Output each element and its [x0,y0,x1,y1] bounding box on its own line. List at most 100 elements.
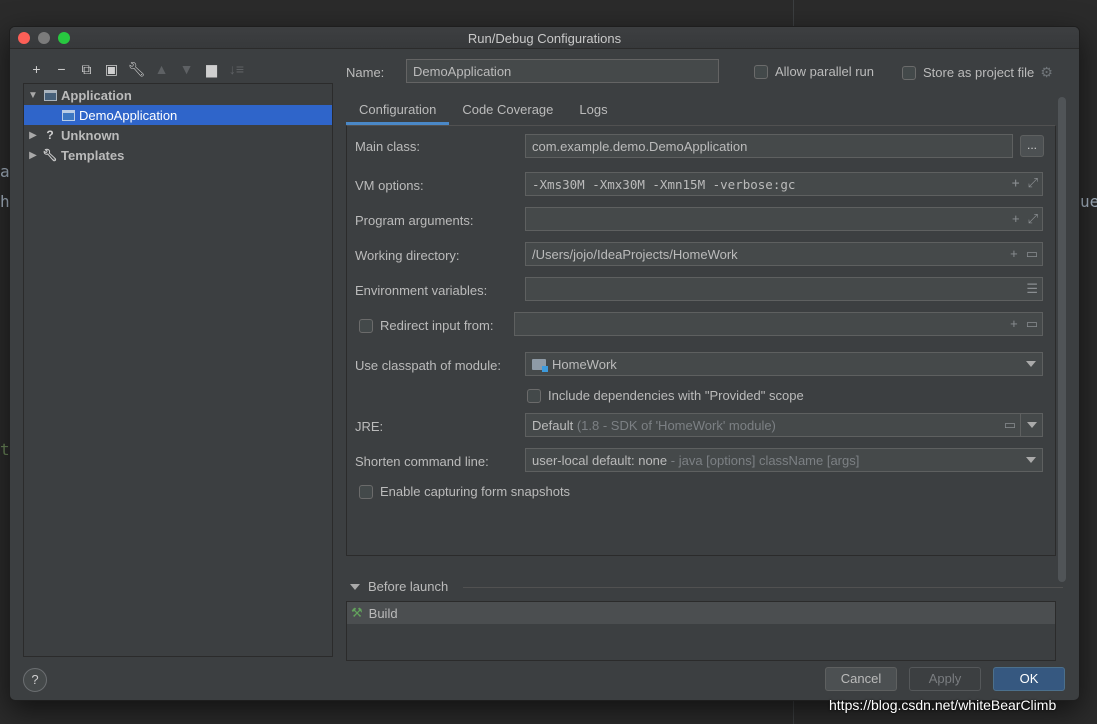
tree-item-unknown[interactable]: ▶ ? Unknown [24,125,332,145]
move-down-icon[interactable]: ▼ [174,59,199,79]
classpath-module-value: HomeWork [552,357,617,372]
checkbox-box[interactable] [359,318,373,333]
plus-icon[interactable]: + [1010,246,1018,262]
main-class-label: Main class: [355,139,421,154]
application-icon [42,88,58,102]
module-folder-icon [532,359,548,372]
tree-item-label: Templates [61,147,125,163]
store-project-checkbox[interactable]: Store as project file ⚙ [902,64,1053,81]
tree-item-label: DemoApplication [79,107,178,123]
collapse-arrow-icon[interactable]: ▶ [26,150,40,161]
shorten-command-line-label: Shorten command line: [355,454,489,469]
form-snapshots-label: Enable capturing form snapshots [380,484,571,499]
shorten-command-line-detail: - java [options] className [args] [670,453,860,468]
tab-logs[interactable]: Logs [566,97,620,125]
folder-icon[interactable]: ▭ [1026,246,1038,262]
plus-icon[interactable]: + [1012,211,1020,227]
config-tree: ▼ Application DemoApplication ▶ ? Unknow… [23,83,333,657]
tree-item-templates[interactable]: ▶ 🔧︎ Templates [24,145,332,165]
config-toolbar: + − ⧉ ▣ 🔧︎ ▲ ▼ ▆ ↓≡ [24,59,249,79]
name-input[interactable]: DemoApplication [406,59,719,83]
before-launch-title: Before launch [368,579,449,594]
sort-icon[interactable]: ↓≡ [224,59,249,79]
move-up-icon[interactable]: ▲ [149,59,174,79]
expand-icon[interactable]: ⤢ [1028,176,1038,191]
jre-label: JRE: [355,419,384,434]
jre-dropdown-button[interactable] [1020,413,1043,437]
list-item[interactable]: ⚒ Build [347,602,1055,624]
chevron-down-icon[interactable] [1027,422,1037,428]
collapse-arrow-icon[interactable]: ▶ [26,130,40,141]
cancel-button[interactable]: Cancel [825,667,897,691]
shorten-command-line-value: user-local default: none [532,453,668,468]
vm-options-input[interactable]: -Xms30M -Xmx30M -Xmn15M -verbose:gc + ⤢ [525,172,1043,196]
environment-variables-input[interactable]: ☰ [525,277,1043,301]
before-launch-header[interactable]: Before launch [346,579,448,594]
tree-item-application[interactable]: ▼ Application [24,85,332,105]
apply-button[interactable]: Apply [909,667,981,691]
working-directory-value: /Users/jojo/IdeaProjects/HomeWork [532,247,738,262]
vertical-scrollbar[interactable] [1058,97,1066,582]
redirect-input-field[interactable]: + ▭ [514,312,1043,336]
window-title: Run/Debug Configurations [467,31,622,46]
ok-button[interactable]: OK [993,667,1065,691]
remove-icon[interactable]: − [49,59,74,79]
tree-item-label: Unknown [61,127,120,143]
plus-icon[interactable]: + [1010,316,1018,332]
folder-icon[interactable]: ▆ [199,59,224,79]
expand-arrow-icon[interactable]: ▼ [26,90,40,101]
add-icon[interactable]: + [24,59,49,79]
main-class-input[interactable]: com.example.demo.DemoApplication [525,134,1013,158]
working-directory-label: Working directory: [355,248,460,263]
tree-item-label: Application [61,87,132,103]
jre-detail: (1.8 - SDK of 'HomeWork' module) [576,418,776,433]
shorten-command-line-select[interactable]: user-local default: none - java [options… [525,448,1043,472]
help-button[interactable]: ? [23,668,47,692]
tab-configuration[interactable]: Configuration [346,97,450,125]
before-launch-list: ⚒ Build [346,601,1056,661]
build-label: Build [368,605,398,621]
redirect-input-checkbox[interactable]: Redirect input from: [359,318,493,333]
jre-select[interactable]: Default (1.8 - SDK of 'HomeWork' module)… [525,413,1021,437]
gear-icon[interactable]: ⚙ [1040,64,1053,81]
title-bar[interactable]: Run/Debug Configurations [10,27,1079,49]
include-dependencies-label: Include dependencies with "Provided" sco… [548,388,804,403]
classpath-module-select[interactable]: HomeWork [525,352,1043,376]
folder-icon[interactable]: ▭ [1004,417,1016,433]
save-icon[interactable]: ▣ [99,59,124,79]
program-arguments-input[interactable]: + ⤢ [525,207,1043,231]
plus-icon[interactable]: + [1012,176,1020,191]
expand-icon[interactable]: ⤢ [1028,211,1038,227]
browse-main-class-button[interactable]: ... [1020,135,1044,157]
folder-icon[interactable]: ▭ [1026,316,1038,332]
vm-options-value: -Xms30M -Xmx30M -Xmn15M -verbose:gc [532,177,796,192]
environment-variables-label: Environment variables: [355,283,488,298]
collapse-arrow-icon[interactable] [350,583,360,590]
tree-item-demoapplication[interactable]: DemoApplication [24,105,332,125]
config-tabs: Configuration Code Coverage Logs [346,97,621,125]
wrench-icon: 🔧︎ [42,148,58,162]
application-icon [60,108,76,122]
hammer-icon: ⚒ [351,605,363,620]
form-snapshots-checkbox[interactable]: Enable capturing form snapshots [359,484,570,499]
wrench-icon[interactable]: 🔧︎ [124,59,149,79]
name-label: Name: [346,65,385,80]
section-divider [463,587,1063,588]
watermark: https://blog.csdn.net/whiteBearClimb [829,697,1057,713]
include-dependencies-checkbox[interactable]: Include dependencies with "Provided" sco… [527,388,804,403]
configuration-panel: Main class: com.example.demo.DemoApplica… [346,125,1056,556]
chevron-down-icon[interactable] [1026,361,1036,367]
checkbox-box[interactable] [754,64,768,79]
store-project-label: Store as project file [923,65,1035,80]
checkbox-box[interactable] [527,388,541,403]
tab-code-coverage[interactable]: Code Coverage [449,97,566,125]
document-icon[interactable]: ☰ [1026,281,1038,297]
checkbox-box[interactable] [902,65,916,80]
vm-options-label: VM options: [355,178,424,193]
working-directory-input[interactable]: /Users/jojo/IdeaProjects/HomeWork + ▭ [525,242,1043,266]
background-code-fragment: ue [1080,192,1097,211]
allow-parallel-checkbox[interactable]: Allow parallel run [754,64,874,79]
chevron-down-icon[interactable] [1026,457,1036,463]
copy-icon[interactable]: ⧉ [74,59,99,79]
checkbox-box[interactable] [359,484,373,499]
